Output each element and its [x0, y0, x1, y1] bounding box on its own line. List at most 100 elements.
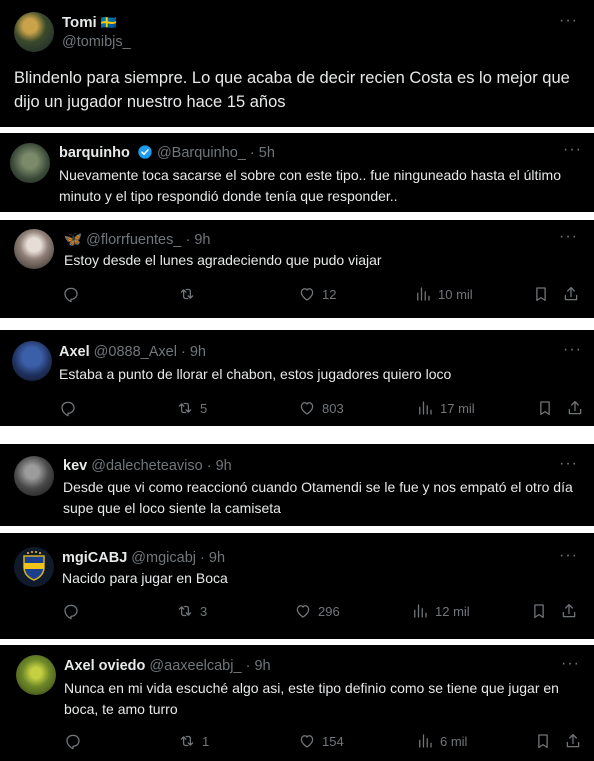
- reply-icon: [62, 602, 80, 620]
- views-icon: [416, 732, 434, 750]
- sweden-flag-icon: 🇸🇪: [100, 15, 117, 30]
- author-handle[interactable]: @0888_Axel: [94, 344, 177, 360]
- reply-card[interactable]: barquinho @Barquinho_ · 5h ··· Nuevament…: [0, 133, 594, 212]
- bookmark-icon: [534, 732, 552, 750]
- author-handle[interactable]: @tomibjs_: [62, 34, 131, 50]
- tweet-text: Nacido para jugar en Boca: [62, 570, 228, 586]
- views-button[interactable]: 17 mil: [416, 396, 475, 420]
- views-icon: [414, 285, 432, 303]
- author-handle[interactable]: @Barquinho_: [157, 145, 246, 161]
- avatar[interactable]: [14, 229, 54, 269]
- reply-button[interactable]: [64, 729, 88, 753]
- action-bar: 12 10 mil: [0, 282, 594, 306]
- reply-button[interactable]: [59, 396, 83, 420]
- author-handle[interactable]: @aaxeelcabj_: [149, 658, 241, 674]
- views-button[interactable]: 6 mil: [416, 729, 467, 753]
- tweet-text: Estoy desde el lunes agradeciendo que pu…: [64, 252, 382, 268]
- reply-icon: [62, 285, 80, 303]
- retweet-button[interactable]: 1: [178, 729, 209, 753]
- more-options-icon[interactable]: ···: [559, 547, 578, 565]
- separator-dot: ·: [180, 344, 186, 360]
- author-name[interactable]: kev: [63, 458, 87, 474]
- separator-dot: ·: [245, 658, 251, 674]
- like-button[interactable]: 296: [294, 599, 340, 623]
- reply-card[interactable]: Axel @0888_Axel · 9h ··· Estaba a punto …: [0, 330, 594, 426]
- tweet-text: Nunca en mi vida escuché algo asi, este …: [64, 680, 559, 717]
- reply-button[interactable]: [62, 599, 86, 623]
- tweet-text: Desde que vi como reaccionó cuando Otame…: [63, 479, 573, 516]
- avatar[interactable]: [10, 143, 50, 183]
- avatar[interactable]: [14, 456, 54, 496]
- more-options-icon[interactable]: ···: [563, 141, 582, 159]
- share-icon: [560, 602, 578, 620]
- timestamp[interactable]: 5h: [259, 145, 275, 161]
- timestamp[interactable]: 9h: [254, 658, 270, 674]
- timestamp[interactable]: 9h: [190, 344, 206, 360]
- separator-dot: ·: [185, 232, 191, 248]
- boca-crest-icon: [23, 551, 45, 581]
- more-options-icon[interactable]: ···: [559, 455, 578, 473]
- author-name[interactable]: barquinho: [59, 145, 130, 161]
- tweet-text: Nuevamente toca sacarse el sobre con est…: [59, 167, 561, 204]
- heart-icon: [298, 285, 316, 303]
- share-button[interactable]: [560, 599, 578, 623]
- timestamp[interactable]: 9h: [216, 458, 232, 474]
- share-button[interactable]: [566, 396, 584, 420]
- butterfly-icon: 🦋: [64, 232, 83, 248]
- reply-icon: [59, 399, 77, 417]
- views-icon: [416, 399, 434, 417]
- tweet-text: Estaba a punto de llorar el chabon, esto…: [59, 366, 452, 382]
- tweet-text: Blindenlo para siempre. Lo que acaba de …: [14, 69, 570, 111]
- share-icon: [566, 399, 584, 417]
- retweet-button[interactable]: 5: [176, 396, 207, 420]
- share-button[interactable]: [564, 729, 582, 753]
- avatar[interactable]: [12, 341, 52, 381]
- author-name[interactable]: mgiCABJ: [62, 550, 127, 566]
- author-handle[interactable]: @mgicabj: [131, 550, 196, 566]
- separator-dot: ·: [249, 145, 255, 161]
- reply-card[interactable]: Axel oviedo @aaxeelcabj_ · 9h ··· Nunca …: [0, 645, 594, 761]
- bookmark-button[interactable]: [532, 282, 550, 306]
- author-handle[interactable]: @dalecheteaviso: [91, 458, 202, 474]
- heart-icon: [294, 602, 312, 620]
- like-button[interactable]: 12: [298, 282, 336, 306]
- main-tweet[interactable]: Tomi 🇸🇪 @tomibjs_ ··· Blindenlo para sie…: [0, 0, 594, 127]
- action-bar: 1 154 6 mil: [0, 729, 594, 753]
- more-options-icon[interactable]: ···: [559, 228, 578, 246]
- more-options-icon[interactable]: ···: [561, 655, 580, 673]
- retweet-icon: [178, 285, 196, 303]
- separator-dot: ·: [200, 550, 205, 566]
- retweet-icon: [176, 602, 194, 620]
- reply-card[interactable]: mgiCABJ @mgicabj · 9h ··· Nacido para ju…: [0, 533, 594, 639]
- reply-card[interactable]: kev @dalecheteaviso · 9h ··· Desde que v…: [0, 444, 594, 526]
- views-button[interactable]: 10 mil: [414, 282, 473, 306]
- share-icon: [562, 285, 580, 303]
- avatar[interactable]: [14, 12, 54, 52]
- author-handle[interactable]: @florrfuentes_: [86, 232, 181, 248]
- separator-dot: ·: [206, 458, 212, 474]
- retweet-button[interactable]: [178, 282, 202, 306]
- views-button[interactable]: 12 mil: [411, 599, 470, 623]
- reply-button[interactable]: [62, 282, 86, 306]
- retweet-button[interactable]: 3: [176, 599, 207, 623]
- reply-card[interactable]: 🦋 @florrfuentes_ · 9h ··· Estoy desde el…: [0, 220, 594, 318]
- share-button[interactable]: [562, 282, 580, 306]
- bookmark-button[interactable]: [536, 396, 554, 420]
- like-button[interactable]: 154: [298, 729, 344, 753]
- bookmark-icon: [536, 399, 554, 417]
- bookmark-button[interactable]: [530, 599, 548, 623]
- author-name[interactable]: Axel oviedo: [64, 658, 145, 674]
- action-bar: 3 296 12 mil: [0, 599, 594, 623]
- more-options-icon[interactable]: ···: [563, 341, 582, 359]
- like-button[interactable]: 803: [298, 396, 344, 420]
- bookmark-icon: [532, 285, 550, 303]
- author-name[interactable]: Axel: [59, 344, 90, 360]
- author-name[interactable]: Tomi: [62, 14, 97, 31]
- retweet-icon: [178, 732, 196, 750]
- timestamp[interactable]: 9h: [209, 550, 225, 566]
- bookmark-button[interactable]: [534, 729, 552, 753]
- avatar[interactable]: [16, 655, 56, 695]
- avatar[interactable]: [14, 547, 54, 587]
- timestamp[interactable]: 9h: [194, 232, 210, 248]
- more-options-icon[interactable]: ···: [559, 12, 578, 30]
